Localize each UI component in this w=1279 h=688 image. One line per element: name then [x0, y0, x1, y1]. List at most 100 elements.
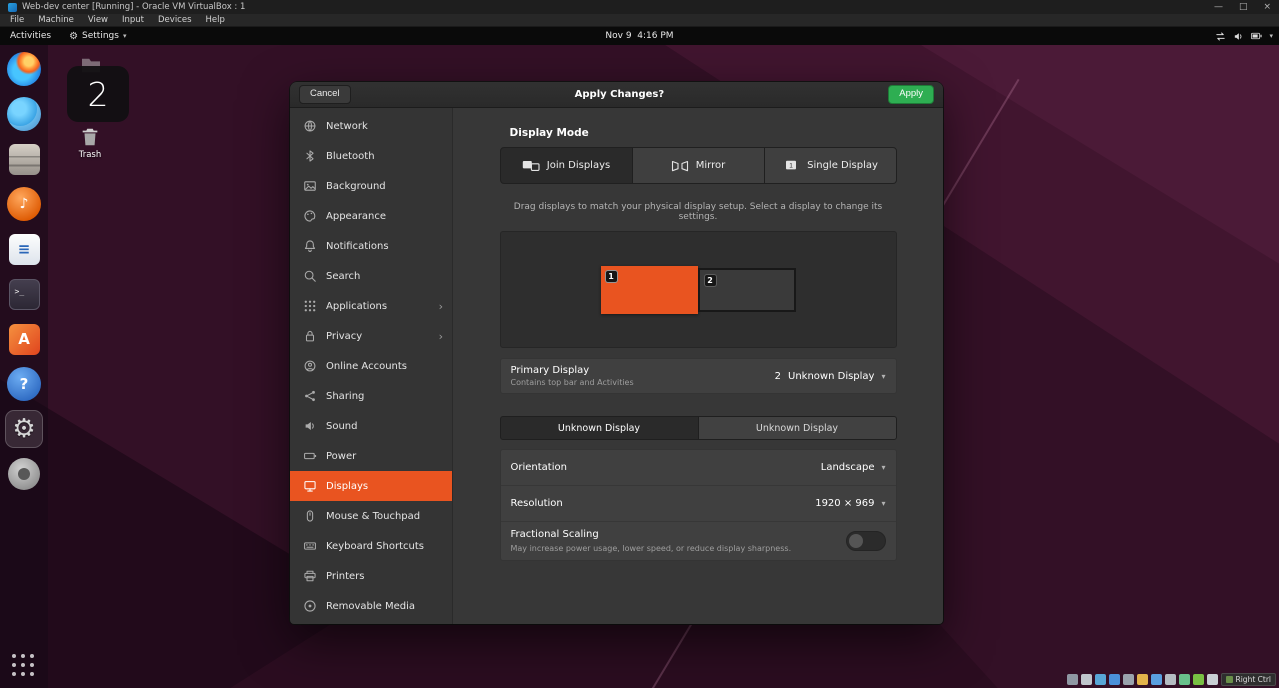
menu-input[interactable]: Input: [115, 15, 151, 25]
share-nodes-icon: [303, 389, 317, 403]
close-button[interactable]: ×: [1263, 3, 1271, 12]
minimize-button[interactable]: —: [1214, 3, 1223, 12]
fractional-scaling-subtitle: May increase power usage, lower speed, o…: [511, 544, 792, 553]
network-status-icon[interactable]: [1109, 674, 1120, 685]
sidebar-item-appearance[interactable]: Appearance: [290, 201, 452, 231]
resolution-row[interactable]: Resolution 1920 × 969 ▾: [501, 486, 896, 522]
chevron-down-icon: ▾: [881, 372, 885, 381]
single-display-button[interactable]: 1 Single Display: [765, 148, 896, 183]
sidebar-item-privacy[interactable]: Privacy ›: [290, 321, 452, 351]
dock-item-terminal[interactable]: >_: [6, 276, 42, 312]
menu-help[interactable]: Help: [199, 15, 232, 25]
shared-folders-status-icon[interactable]: [1137, 674, 1148, 685]
show-applications-button[interactable]: [12, 654, 36, 678]
sidebar-item-sharing[interactable]: Sharing: [290, 381, 452, 411]
features-status-icon[interactable]: [1179, 674, 1190, 685]
menu-machine[interactable]: Machine: [31, 15, 81, 25]
resolution-value: 1920 × 969: [815, 498, 874, 509]
maximize-button[interactable]: □: [1239, 3, 1248, 12]
sidebar-item-search[interactable]: Search: [290, 261, 452, 291]
dock-item-libreoffice-writer[interactable]: ≡: [6, 231, 42, 267]
clock-button[interactable]: Nov 9 4:16 PM: [605, 31, 673, 41]
search-icon: [303, 269, 317, 283]
system-status-area[interactable]: ▾: [1215, 27, 1273, 45]
sidebar-item-online-accounts[interactable]: Online Accounts: [290, 351, 452, 381]
monitor-2-badge: 2: [704, 274, 717, 287]
sidebar-item-applications[interactable]: Applications ›: [290, 291, 452, 321]
sidebar-item-label: Removable Media: [326, 601, 415, 612]
resolution-dropdown[interactable]: 1920 × 969 ▾: [815, 498, 885, 509]
sidebar-item-label: Displays: [326, 481, 368, 492]
sidebar-item-label: Printers: [326, 571, 364, 582]
sidebar-item-label: Privacy: [326, 331, 362, 342]
sidebar-item-power[interactable]: Power: [290, 441, 452, 471]
app-menu-settings[interactable]: ⚙ Settings ▾: [61, 31, 134, 42]
dock-item-thunderbird[interactable]: [6, 96, 42, 132]
optical-disk-status-icon[interactable]: [1081, 674, 1092, 685]
sidebar-item-label: Search: [326, 271, 360, 282]
bell-icon: [303, 239, 317, 253]
battery-icon: [303, 449, 317, 463]
audio-status-icon[interactable]: [1095, 674, 1106, 685]
trash-desktop-icon[interactable]: Trash: [68, 126, 112, 160]
settings-sidebar: Network Bluetooth Background Appearance: [290, 108, 453, 624]
activities-button[interactable]: Activities: [0, 31, 61, 41]
sidebar-item-displays[interactable]: Displays: [290, 471, 452, 501]
mouse-integration-status-icon[interactable]: [1193, 674, 1204, 685]
dock-item-settings[interactable]: ⚙: [6, 411, 42, 447]
sidebar-item-removable-media[interactable]: Removable Media: [290, 591, 452, 621]
sidebar-item-keyboard-shortcuts[interactable]: Keyboard Shortcuts: [290, 531, 452, 561]
dock-item-utility[interactable]: [6, 456, 42, 492]
keyboard-status-icon[interactable]: [1207, 674, 1218, 685]
sidebar-item-bluetooth[interactable]: Bluetooth: [290, 141, 452, 171]
sidebar-item-printers[interactable]: Printers: [290, 561, 452, 591]
sidebar-item-network[interactable]: Network: [290, 111, 452, 141]
mirror-icon: [671, 159, 689, 173]
battery-icon: [1251, 31, 1262, 42]
dock-item-rhythmbox[interactable]: ♪: [6, 186, 42, 222]
menu-devices[interactable]: Devices: [151, 15, 199, 25]
headerbar: Cancel Apply Changes? Apply: [290, 82, 943, 108]
display-selector-tabs: Unknown Display Unknown Display: [500, 416, 897, 440]
dock-item-ubuntu-software[interactable]: A: [6, 321, 42, 357]
app-grid-icon: [303, 299, 317, 313]
monitor-1[interactable]: 1: [601, 266, 698, 314]
menu-file[interactable]: File: [3, 15, 31, 25]
fractional-scaling-toggle[interactable]: [846, 531, 886, 551]
monitor-2[interactable]: 2: [698, 268, 796, 312]
apply-button[interactable]: Apply: [888, 85, 934, 103]
sidebar-item-sound[interactable]: Sound: [290, 411, 452, 441]
recording-status-icon[interactable]: [1165, 674, 1176, 685]
sidebar-item-label: Mouse & Touchpad: [326, 511, 420, 522]
terminal-icon: >_: [9, 279, 40, 310]
thunderbird-icon: [7, 97, 41, 131]
cancel-button[interactable]: Cancel: [299, 85, 351, 103]
primary-display-row[interactable]: Primary Display Contains top bar and Act…: [500, 358, 897, 394]
trash-label: Trash: [79, 150, 101, 160]
orientation-row[interactable]: Orientation Landscape ▾: [501, 450, 896, 486]
drag-hint-text: Drag displays to match your physical dis…: [500, 202, 897, 222]
utility-app-icon: [8, 458, 40, 490]
display-tab-1[interactable]: Unknown Display: [501, 417, 698, 439]
sidebar-item-mouse-touchpad[interactable]: Mouse & Touchpad: [290, 501, 452, 531]
usb-status-icon[interactable]: [1123, 674, 1134, 685]
sidebar-item-background[interactable]: Background: [290, 171, 452, 201]
menu-view[interactable]: View: [81, 15, 115, 25]
bluetooth-icon: [303, 149, 317, 163]
display-status-icon[interactable]: [1151, 674, 1162, 685]
sidebar-item-notifications[interactable]: Notifications: [290, 231, 452, 261]
display-tab-2[interactable]: Unknown Display: [699, 417, 896, 439]
dock-item-files[interactable]: [6, 141, 42, 177]
mode-button-label: Mirror: [696, 160, 725, 171]
appearance-icon: [303, 209, 317, 223]
hard-disk-status-icon[interactable]: [1067, 674, 1078, 685]
libreoffice-writer-icon: ≡: [9, 234, 40, 265]
join-displays-button[interactable]: Join Displays: [501, 148, 632, 183]
primary-display-dropdown[interactable]: 2 Unknown Display ▾: [775, 371, 886, 382]
mirror-button[interactable]: Mirror: [633, 148, 764, 183]
sidebar-item-label: Appearance: [326, 211, 386, 222]
virtualbox-window: Web-dev center [Running] - Oracle VM Vir…: [0, 0, 1279, 688]
dock-item-help[interactable]: ?: [6, 366, 42, 402]
dock-item-firefox[interactable]: [6, 51, 42, 87]
orientation-dropdown[interactable]: Landscape ▾: [821, 462, 886, 473]
